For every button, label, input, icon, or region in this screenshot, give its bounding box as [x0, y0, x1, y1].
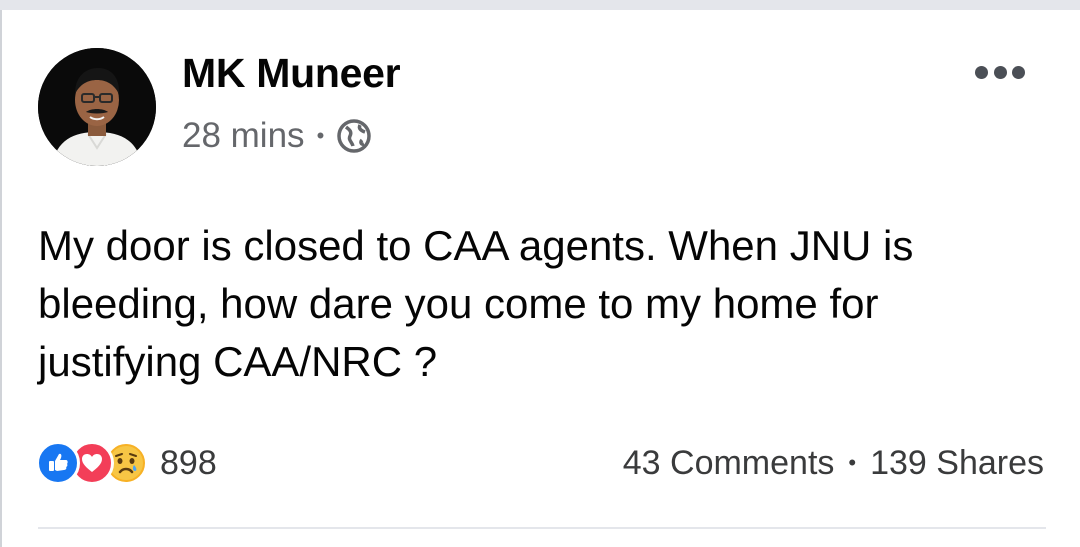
- author-name[interactable]: MK Muneer: [182, 50, 401, 97]
- action-divider: [38, 527, 1046, 529]
- comments-count-link[interactable]: 43 Comments: [623, 444, 835, 483]
- more-dot: [1012, 65, 1025, 79]
- more-options-icon[interactable]: [975, 62, 1025, 82]
- reactions-summary[interactable]: 898: [36, 440, 217, 486]
- post-meta: 28 mins •: [182, 115, 372, 157]
- like-icon: [36, 441, 80, 485]
- post-text: My door is closed to CAA agents. When JN…: [38, 222, 914, 385]
- more-dot: [993, 65, 1007, 79]
- shares-count-link[interactable]: 139 Shares: [870, 444, 1044, 483]
- top-separator-strip: [0, 0, 1080, 10]
- post-timestamp[interactable]: 28 mins: [182, 116, 305, 156]
- globe-icon: [336, 118, 372, 154]
- meta-separator: •: [316, 123, 325, 148]
- post-stats: 43 Comments • 139 Shares: [623, 440, 1044, 486]
- stats-separator: •: [848, 450, 857, 475]
- more-dot: [975, 65, 988, 79]
- reaction-count: 898: [160, 443, 217, 482]
- avatar[interactable]: [38, 48, 156, 166]
- card-left-edge: [0, 10, 2, 547]
